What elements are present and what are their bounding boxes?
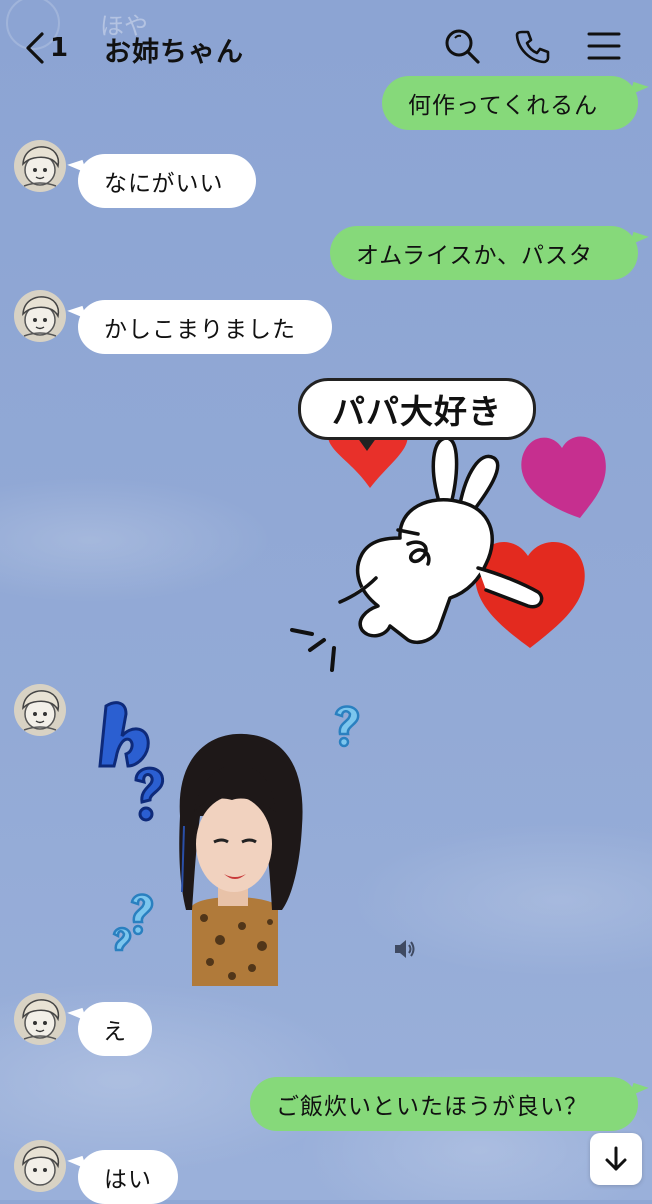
sender-avatar[interactable] <box>14 684 66 736</box>
speaker-icon[interactable] <box>392 936 418 962</box>
message-bubble-incoming[interactable]: かしこまりました <box>78 300 332 354</box>
avatar-image <box>14 684 66 736</box>
sender-avatar[interactable] <box>14 140 66 192</box>
sticker-caption: パパ大好き <box>298 378 536 451</box>
menu-button[interactable] <box>584 26 624 66</box>
unread-count: 1 <box>50 33 69 63</box>
phone-icon <box>515 30 550 64</box>
call-button[interactable] <box>512 26 552 66</box>
message-bubble-outgoing[interactable]: 何作ってくれるん <box>382 76 638 130</box>
message-bubble-incoming[interactable]: え <box>78 1002 152 1056</box>
back-button[interactable]: 1 <box>20 26 68 70</box>
message-bubble-incoming[interactable]: はい <box>78 1150 178 1204</box>
chevron-left-icon <box>26 32 44 64</box>
sender-avatar[interactable] <box>14 1140 66 1192</box>
sender-avatar[interactable] <box>14 290 66 342</box>
message-bubble-outgoing[interactable]: オムライスか、パスタ <box>330 226 638 280</box>
arrow-down-icon <box>605 1146 627 1171</box>
photo-sticker[interactable] <box>92 696 372 986</box>
motion-lines <box>290 628 336 672</box>
chat-title: お姉ちゃん <box>104 37 244 68</box>
avatar-image <box>14 993 66 1045</box>
message-bubble-outgoing[interactable]: ご飯炊いといたほうが良い？ <box>250 1077 638 1131</box>
person-photo <box>179 733 303 986</box>
hamburger-menu-icon <box>587 32 621 60</box>
sticker-glyph <box>98 701 165 822</box>
search-icon <box>445 29 480 64</box>
search-button[interactable] <box>442 26 482 66</box>
sender-avatar[interactable] <box>14 993 66 1045</box>
scroll-to-bottom-button[interactable] <box>590 1133 642 1185</box>
heart-magenta <box>521 436 606 518</box>
avatar-image <box>14 290 66 342</box>
avatar-image <box>14 1140 66 1192</box>
message-bubble-incoming[interactable]: なにがいい <box>78 154 256 208</box>
avatar-image <box>14 140 66 192</box>
